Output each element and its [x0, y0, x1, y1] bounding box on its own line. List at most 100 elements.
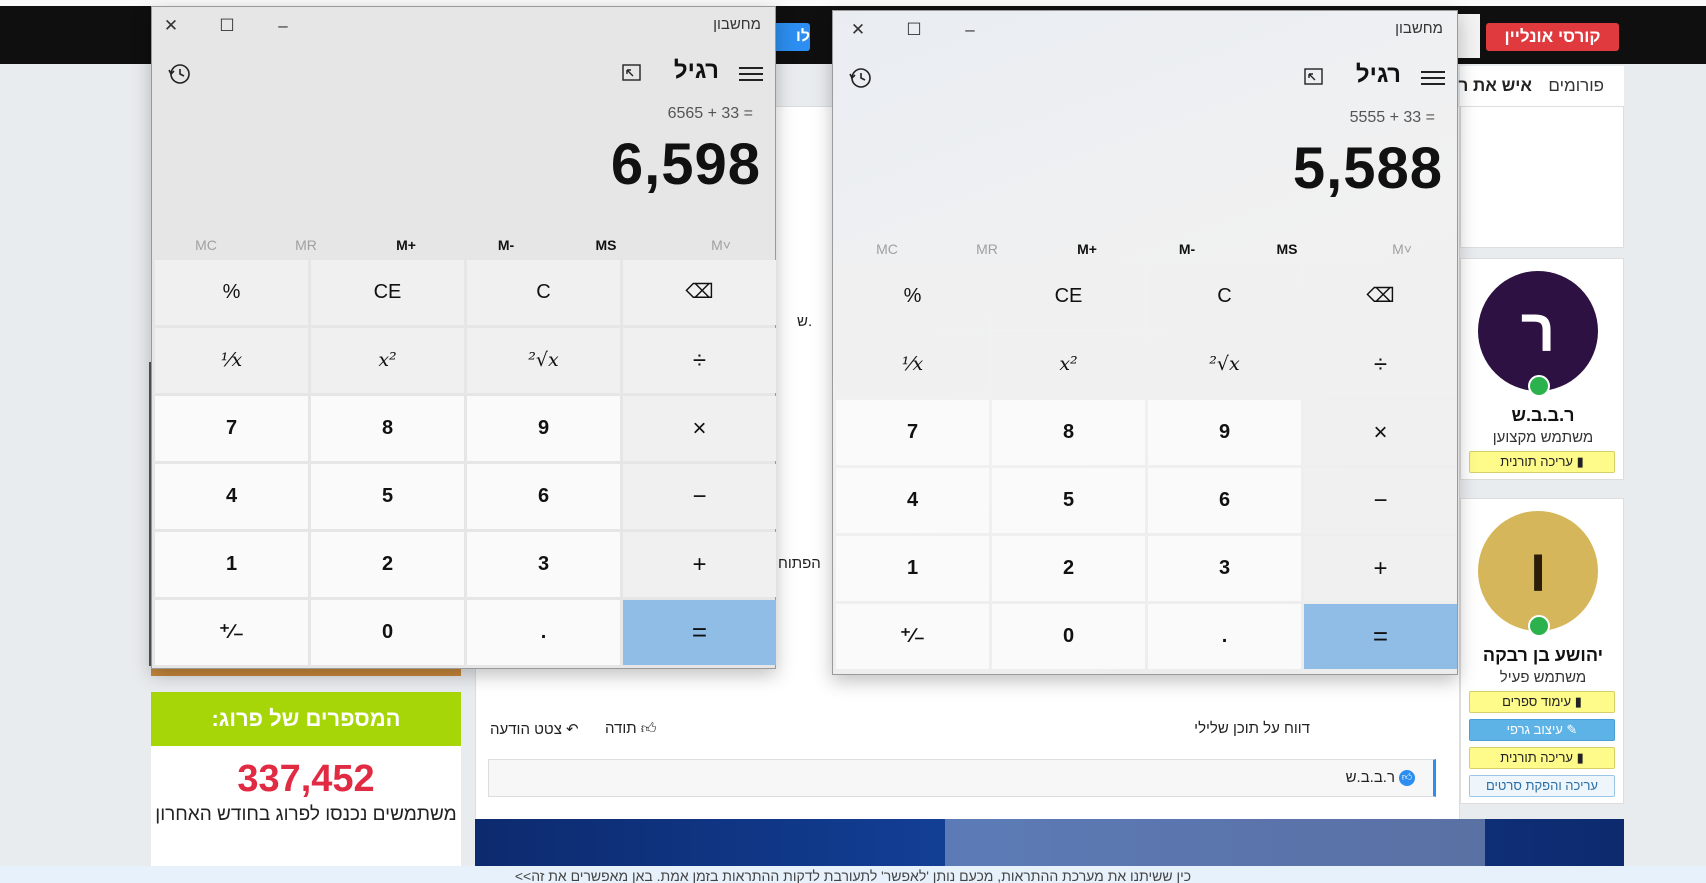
equals-button[interactable]: = — [623, 600, 776, 665]
calculator-window: ✕ ☐ – מחשבון רגיל 5555 + 33 = 5,588 MC M… — [832, 10, 1458, 675]
digit-2-button[interactable]: 2 — [311, 532, 464, 597]
result-display: 5,588 — [1292, 136, 1443, 201]
likes-bar: 👍︎ר.ב.ב.ש — [488, 759, 1436, 797]
keep-on-top-icon[interactable] — [620, 61, 644, 85]
memory-store-button[interactable]: MS — [1237, 231, 1337, 267]
stats-title: המספרים של פרוג: — [151, 692, 461, 746]
menu-icon[interactable] — [1421, 67, 1445, 91]
keep-on-top-icon[interactable] — [1302, 65, 1326, 89]
expression-display: 6565 + 33 = — [667, 105, 753, 122]
nav-forums-link[interactable]: פורומים — [1548, 76, 1604, 96]
reciprocal-button[interactable]: ⅟x — [836, 332, 989, 397]
keypad: % CE C ⌫ ⅟x x² ²√x ÷ 7 8 9 × 4 5 6 − 1 2… — [836, 264, 1457, 669]
multiply-button[interactable]: × — [623, 396, 776, 461]
reciprocal-button[interactable]: ⅟x — [155, 328, 308, 393]
digit-8-button[interactable]: 8 — [992, 400, 1145, 465]
liker-name[interactable]: ר.ב.ב.ש — [1346, 769, 1395, 786]
memory-add-button[interactable]: M+ — [1037, 231, 1137, 267]
avatar[interactable]: ו — [1478, 511, 1598, 631]
digit-0-button[interactable]: 0 — [992, 604, 1145, 669]
digit-9-button[interactable]: 9 — [467, 396, 620, 461]
clear-button[interactable]: C — [1148, 264, 1301, 329]
percent-button[interactable]: % — [836, 264, 989, 329]
online-status-icon — [1528, 375, 1550, 397]
menu-icon[interactable] — [739, 63, 763, 87]
user-name[interactable]: ר.ב.ב.ש — [1461, 405, 1625, 426]
topbar-search-area[interactable] — [1458, 14, 1480, 58]
notification-prompt[interactable]: כין ששיתנו את מערכת ההתראות, מכעם נותן '… — [0, 866, 1706, 883]
memory-clear-button[interactable]: MC — [837, 231, 937, 267]
minus-button[interactable]: − — [1304, 468, 1457, 533]
user-card: ו יהושע בן רבקה משתמש פעיל ▮ עימוד ספרים… — [1460, 498, 1624, 804]
square-root-button[interactable]: ²√x — [1148, 332, 1301, 397]
clear-button[interactable]: C — [467, 260, 620, 325]
digit-4-button[interactable]: 4 — [836, 468, 989, 533]
minus-button[interactable]: − — [623, 464, 776, 529]
backspace-button[interactable]: ⌫ — [623, 260, 776, 325]
digit-7-button[interactable]: 7 — [155, 396, 308, 461]
memory-list-button[interactable]: M˅ — [1352, 231, 1452, 267]
memory-row: MC MR M+ M- MS M˅ — [837, 231, 1453, 267]
negate-button[interactable]: ⁺∕₋ — [155, 600, 308, 665]
online-courses-button[interactable]: קורסי אונליין — [1486, 23, 1619, 51]
minimize-icon[interactable]: – — [955, 17, 985, 43]
avatar[interactable]: ר — [1478, 271, 1598, 391]
memory-clear-button[interactable]: MC — [156, 227, 256, 263]
user-name[interactable]: יהושע בן רבקה — [1461, 645, 1625, 666]
close-icon[interactable]: ✕ — [156, 13, 186, 39]
maximize-icon[interactable]: ☐ — [899, 17, 929, 43]
online-status-icon — [1528, 615, 1550, 637]
square-root-button[interactable]: ²√x — [467, 328, 620, 393]
negate-button[interactable]: ⁺∕₋ — [836, 604, 989, 669]
close-icon[interactable]: ✕ — [843, 17, 873, 43]
plus-button[interactable]: + — [623, 532, 776, 597]
divide-button[interactable]: ÷ — [1304, 332, 1457, 397]
digit-0-button[interactable]: 0 — [311, 600, 464, 665]
decimal-button[interactable]: . — [1148, 604, 1301, 669]
square-button[interactable]: x² — [992, 332, 1145, 397]
minimize-icon[interactable]: – — [268, 13, 298, 39]
memory-subtract-button[interactable]: M- — [456, 227, 556, 263]
percent-button[interactable]: % — [155, 260, 308, 325]
plus-button[interactable]: + — [1304, 536, 1457, 601]
memory-subtract-button[interactable]: M- — [1137, 231, 1237, 267]
digit-5-button[interactable]: 5 — [311, 464, 464, 529]
history-icon[interactable] — [847, 65, 873, 91]
memory-recall-button[interactable]: MR — [937, 231, 1037, 267]
digit-9-button[interactable]: 9 — [1148, 400, 1301, 465]
memory-store-button[interactable]: MS — [556, 227, 656, 263]
memory-list-button[interactable]: M˅ — [671, 227, 771, 263]
digit-6-button[interactable]: 6 — [1148, 468, 1301, 533]
digit-3-button[interactable]: 3 — [1148, 536, 1301, 601]
digit-8-button[interactable]: 8 — [311, 396, 464, 461]
square-button[interactable]: x² — [311, 328, 464, 393]
digit-3-button[interactable]: 3 — [467, 532, 620, 597]
digit-6-button[interactable]: 6 — [467, 464, 620, 529]
report-link[interactable]: דווח על תוכן שלילי — [1194, 720, 1310, 737]
thanks-button[interactable]: 👍︎ תודה — [605, 720, 656, 738]
user-badge: ▮ עימוד ספרים — [1469, 691, 1615, 713]
history-icon[interactable] — [166, 61, 192, 87]
clear-entry-button[interactable]: CE — [311, 260, 464, 325]
multiply-button[interactable]: × — [1304, 400, 1457, 465]
reply-icon: ↶ — [561, 721, 579, 738]
equals-button[interactable]: = — [1304, 604, 1457, 669]
decimal-button[interactable]: . — [467, 600, 620, 665]
digit-7-button[interactable]: 7 — [836, 400, 989, 465]
backspace-button[interactable]: ⌫ — [1304, 264, 1457, 329]
digit-1-button[interactable]: 1 — [836, 536, 989, 601]
login-button[interactable]: לו — [770, 23, 810, 51]
memory-recall-button[interactable]: MR — [256, 227, 356, 263]
memory-add-button[interactable]: M+ — [356, 227, 456, 263]
nav-thread-title[interactable]: איש את רע — [1448, 76, 1532, 96]
digit-2-button[interactable]: 2 — [992, 536, 1145, 601]
digit-5-button[interactable]: 5 — [992, 468, 1145, 533]
user-badge: ▮ עריכה תורנית — [1469, 747, 1615, 769]
clear-entry-button[interactable]: CE — [992, 264, 1145, 329]
divide-button[interactable]: ÷ — [623, 328, 776, 393]
digit-1-button[interactable]: 1 — [155, 532, 308, 597]
digit-4-button[interactable]: 4 — [155, 464, 308, 529]
maximize-icon[interactable]: ☐ — [212, 13, 242, 39]
user-badge: עריכה והפקת סרטים — [1469, 775, 1615, 797]
quote-button[interactable]: ↶ צטט הודעה — [490, 720, 579, 738]
